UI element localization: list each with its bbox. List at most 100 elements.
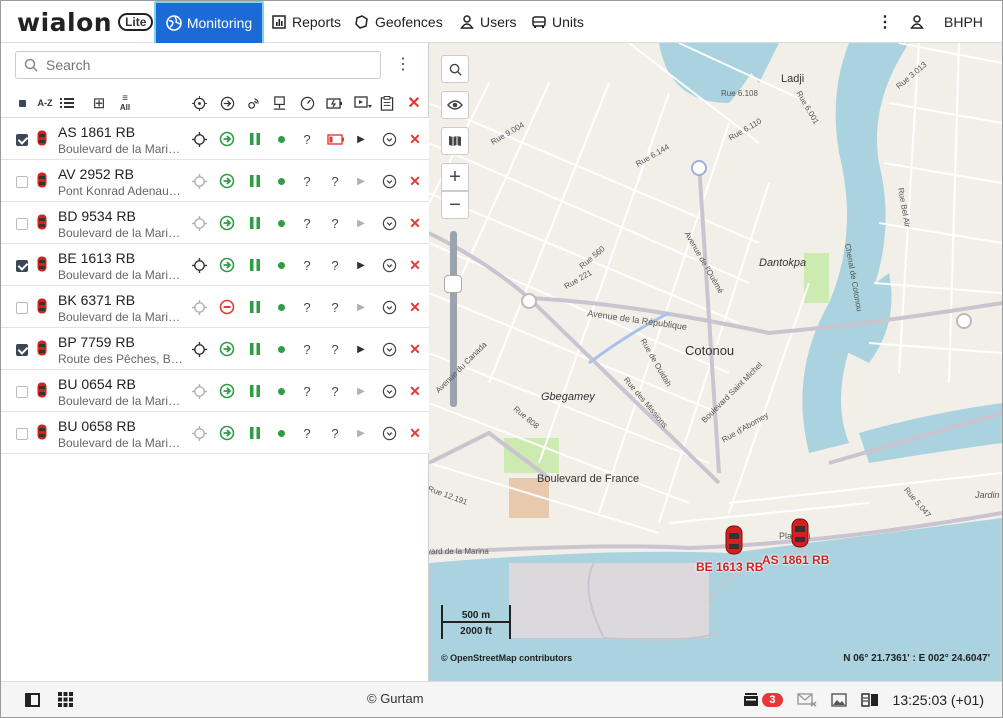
unit-row[interactable]: BU 0654 RB Boulevard de la Marina, Cotono…	[1, 370, 429, 412]
units-panel: ⋮ A-Z ⊞ ≡All ✕ AS 1861 RB Boulevard de la…	[1, 43, 429, 681]
remove-unit-icon[interactable]: ✕	[407, 215, 423, 231]
remove-unit-icon[interactable]: ✕	[407, 341, 423, 357]
unit-checkbox[interactable]	[16, 134, 28, 146]
search-box[interactable]	[15, 51, 381, 79]
notifications-button[interactable]: 3	[743, 693, 783, 707]
unit-name[interactable]: AS 1861 RB	[58, 124, 135, 140]
unit-name[interactable]: AV 2952 RB	[58, 166, 134, 182]
unit-row[interactable]: BU 0658 RB Boulevard de la Marina, Cotono…	[1, 412, 429, 454]
remove-unit-icon[interactable]: ✕	[407, 173, 423, 189]
send-command-icon[interactable]: ▶	[353, 299, 369, 315]
unit-row[interactable]: BE 1613 RB Boulevard de la Marina, Cotono…	[1, 244, 429, 286]
add-units-icon[interactable]: ⊞	[91, 93, 107, 113]
zoom-in-button[interactable]: +	[441, 163, 469, 191]
gallery-icon[interactable]	[830, 693, 847, 707]
expand-info-icon[interactable]	[381, 257, 397, 273]
commands-column-icon[interactable]	[353, 93, 373, 113]
send-command-icon[interactable]: ▶	[353, 173, 369, 189]
remove-unit-icon[interactable]: ✕	[407, 425, 423, 441]
locate-icon[interactable]	[191, 425, 207, 441]
search-input[interactable]	[46, 57, 346, 73]
nav-reports[interactable]: Reports	[271, 1, 341, 43]
zoom-out-button[interactable]: −	[441, 191, 469, 219]
motion-column-icon[interactable]	[219, 93, 235, 113]
expand-info-icon[interactable]	[381, 341, 397, 357]
remove-unit-icon[interactable]: ✕	[407, 257, 423, 273]
locate-icon[interactable]	[191, 383, 207, 399]
nav-monitoring[interactable]: Monitoring	[154, 1, 264, 45]
unit-checkbox[interactable]	[16, 176, 28, 188]
unit-checkbox[interactable]	[16, 260, 28, 272]
unit-marker-car-icon[interactable]	[791, 518, 809, 553]
map-layers-button[interactable]	[441, 127, 469, 155]
select-all-checkbox[interactable]	[15, 93, 29, 113]
send-command-icon[interactable]: ▶	[353, 383, 369, 399]
more-menu-icon[interactable]: ⋮	[877, 1, 893, 43]
remove-unit-icon[interactable]: ✕	[407, 383, 423, 399]
locate-column-icon[interactable]	[191, 93, 207, 113]
map-attribution[interactable]: © OpenStreetMap contributors	[441, 653, 572, 663]
apps-grid-icon[interactable]	[58, 692, 73, 712]
unit-row[interactable]: BK 6371 RB Boulevard de la Marina, Cotono…	[1, 286, 429, 328]
locate-icon[interactable]	[191, 215, 207, 231]
panel-menu-icon[interactable]: ⋮	[395, 55, 411, 75]
send-command-icon[interactable]: ▶	[353, 341, 369, 357]
speed-value: ?	[303, 257, 311, 273]
remove-unit-icon[interactable]: ✕	[407, 299, 423, 315]
unit-name[interactable]: BE 1613 RB	[58, 250, 135, 266]
locate-icon[interactable]	[191, 131, 207, 147]
send-command-icon[interactable]: ▶	[353, 131, 369, 147]
connection-column-icon[interactable]	[245, 93, 261, 113]
unit-checkbox[interactable]	[16, 344, 28, 356]
toggle-panel-icon[interactable]	[25, 693, 40, 707]
map-search-button[interactable]	[441, 55, 469, 83]
unit-name[interactable]: BU 0654 RB	[58, 376, 136, 392]
messages-icon[interactable]	[796, 693, 817, 707]
nav-units[interactable]: Units	[531, 1, 584, 43]
speed-column-icon[interactable]	[299, 93, 315, 113]
unit-name[interactable]: BD 9534 RB	[58, 208, 136, 224]
user-menu[interactable]: BHPH	[909, 1, 983, 43]
show-all-icon[interactable]: ≡ All	[117, 93, 133, 113]
delete-column-icon[interactable]: ✕	[406, 93, 422, 113]
unit-name[interactable]: BU 0658 RB	[58, 418, 136, 434]
locate-icon[interactable]	[191, 173, 207, 189]
expand-info-icon[interactable]	[381, 383, 397, 399]
unit-row[interactable]: BD 9534 RB Boulevard de la Marina, Cotono…	[1, 202, 429, 244]
map-visibility-button[interactable]	[441, 91, 469, 119]
send-command-icon[interactable]: ▶	[353, 425, 369, 441]
nav-geofences[interactable]: Geofences	[354, 1, 443, 43]
list-view-icon[interactable]	[59, 93, 75, 113]
expand-info-icon[interactable]	[381, 299, 397, 315]
moving-state-icon	[219, 341, 235, 357]
unit-checkbox[interactable]	[16, 302, 28, 314]
expand-info-icon[interactable]	[381, 425, 397, 441]
unit-checkbox[interactable]	[16, 428, 28, 440]
zoom-slider-handle[interactable]	[444, 275, 462, 293]
info-column-icon[interactable]	[379, 93, 395, 113]
unit-checkbox[interactable]	[16, 218, 28, 230]
unit-name[interactable]: BP 7759 RB	[58, 334, 135, 350]
sort-az-icon[interactable]: A-Z	[37, 93, 53, 113]
expand-info-icon[interactable]	[381, 173, 397, 189]
send-command-icon[interactable]: ▶	[353, 257, 369, 273]
expand-info-icon[interactable]	[381, 215, 397, 231]
locate-icon[interactable]	[191, 299, 207, 315]
send-command-icon[interactable]: ▶	[353, 215, 369, 231]
trip-column-icon[interactable]	[271, 93, 287, 113]
expand-info-icon[interactable]	[381, 131, 397, 147]
unit-row[interactable]: AV 2952 RB Pont Konrad Adenauer, Cotonou?…	[1, 160, 429, 202]
layout-icon[interactable]	[860, 693, 879, 707]
nav-users[interactable]: Users	[459, 1, 517, 43]
unit-name[interactable]: BK 6371 RB	[58, 292, 135, 308]
unit-checkbox[interactable]	[16, 386, 28, 398]
remove-unit-icon[interactable]: ✕	[407, 131, 423, 147]
locate-icon[interactable]	[191, 341, 207, 357]
map-canvas[interactable]	[429, 43, 1002, 681]
unit-row[interactable]: BP 7759 RB Route des Pêches, Be...?? ▶ ✕	[1, 328, 429, 370]
locate-icon[interactable]	[191, 257, 207, 273]
unit-row[interactable]: AS 1861 RB Boulevard de la Marina, Cotono…	[1, 118, 429, 160]
map-view[interactable]: + − Ladji Cotonou Dantokpa Gbegamey Boulevar…	[429, 43, 1002, 681]
battery-column-icon[interactable]	[325, 93, 343, 113]
unit-marker-car-icon[interactable]	[725, 525, 743, 560]
